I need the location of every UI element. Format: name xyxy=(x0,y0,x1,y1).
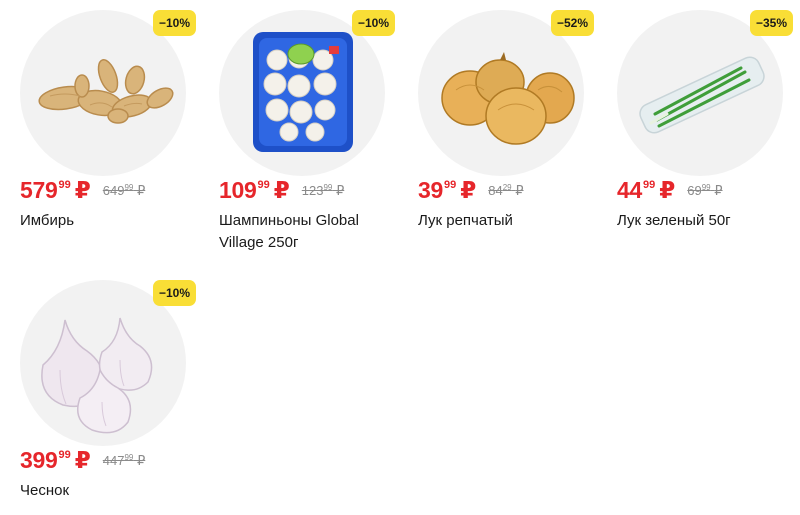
old-price-currency: ₽ xyxy=(136,183,146,198)
discount-badge: −10% xyxy=(152,10,196,36)
old-price-rubles: 447 xyxy=(102,453,125,468)
old-price-rubles: 69 xyxy=(687,183,702,198)
price-rubles: 44 xyxy=(617,177,642,203)
discount-badge: −35% xyxy=(749,10,793,36)
discount-badge: −10% xyxy=(152,280,196,306)
price-kopecks: 99 xyxy=(257,179,270,191)
old-price-currency: ₽ xyxy=(335,183,345,198)
product-card[interactable]: −52% 39 99 ₽ 8429 ₽ Лук репчатый xyxy=(408,0,594,245)
price-rubles: 109 xyxy=(219,177,257,203)
old-price: 8429 ₽ xyxy=(488,183,523,199)
product-card[interactable]: −10% 109 99 ₽ 12399 ₽ Шампиньоны Global Vi… xyxy=(209,0,395,251)
price-kopecks: 99 xyxy=(58,179,71,191)
price-kopecks: 99 xyxy=(58,449,71,461)
currency-symbol: ₽ xyxy=(273,177,290,203)
price: 399 99 ₽ 44799 ₽ xyxy=(20,444,145,472)
old-price-rubles: 84 xyxy=(488,183,503,198)
product-card[interactable]: −10% 399 99 ₽ 44799 ₽ Чеснок xyxy=(10,270,196,515)
old-price-kopecks: 99 xyxy=(701,183,711,192)
old-price-kopecks: 29 xyxy=(502,183,512,192)
old-price-currency: ₽ xyxy=(136,453,146,468)
currency-symbol: ₽ xyxy=(659,177,676,203)
old-price-currency: ₽ xyxy=(714,183,723,198)
old-price-kopecks: 99 xyxy=(323,183,333,192)
price-rubles: 579 xyxy=(20,177,58,203)
price: 39 99 ₽ 8429 ₽ xyxy=(418,174,524,202)
old-price: 64999 ₽ xyxy=(103,183,146,199)
discount-badge: −10% xyxy=(351,10,395,36)
price-kopecks: 99 xyxy=(642,179,656,191)
old-price-kopecks: 99 xyxy=(124,453,134,462)
currency-symbol: ₽ xyxy=(460,177,477,203)
price-rubles: 39 xyxy=(418,177,443,203)
price: 579 99 ₽ 64999 ₽ xyxy=(20,174,145,202)
product-card[interactable]: −10% 579 99 ₽ 64999 ₽ Имбирь xyxy=(10,0,196,245)
discount-badge: −52% xyxy=(550,10,594,36)
product-card[interactable]: −35% 44 99 ₽ 6999 ₽ Лук зеленый 50г xyxy=(607,0,793,245)
old-price: 12399 ₽ xyxy=(302,183,345,199)
currency-symbol: ₽ xyxy=(74,177,91,203)
old-price-rubles: 123 xyxy=(301,183,324,198)
product-title[interactable]: Имбирь xyxy=(20,210,196,232)
old-price: 44799 ₽ xyxy=(103,453,146,469)
product-title[interactable]: Чеснок xyxy=(20,480,196,502)
price: 44 99 ₽ 6999 ₽ xyxy=(617,174,723,202)
old-price-currency: ₽ xyxy=(515,183,524,198)
old-price-rubles: 649 xyxy=(102,183,125,198)
price-kopecks: 99 xyxy=(443,179,457,191)
price-rubles: 399 xyxy=(20,447,58,473)
price: 109 99 ₽ 12399 ₽ xyxy=(219,174,344,202)
product-title[interactable]: Лук зеленый 50г xyxy=(617,210,793,232)
old-price: 6999 ₽ xyxy=(687,183,722,199)
product-title[interactable]: Лук репчатый xyxy=(418,210,594,232)
product-title[interactable]: Шампиньоны Global Village 250г xyxy=(219,210,395,254)
old-price-kopecks: 99 xyxy=(124,183,134,192)
currency-symbol: ₽ xyxy=(74,447,91,473)
